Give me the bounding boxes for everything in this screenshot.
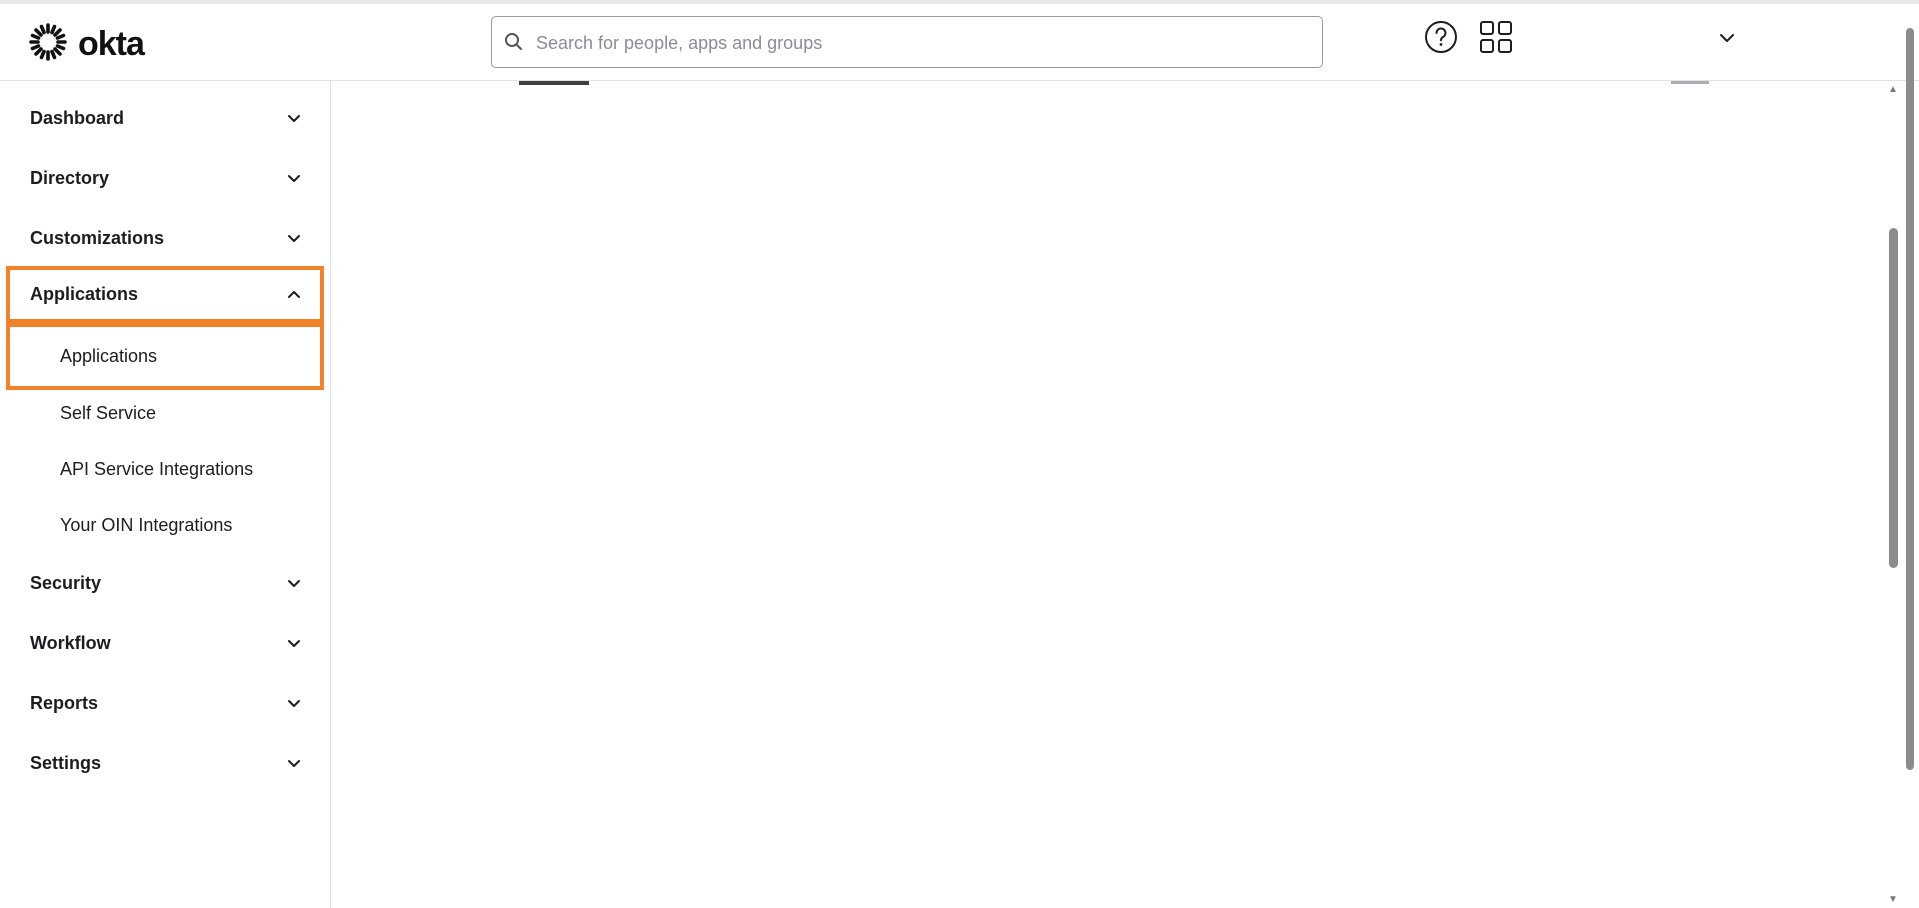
sidebar-item-reports[interactable]: Reports: [6, 675, 324, 731]
chevron-down-icon[interactable]: [1718, 31, 1736, 49]
grid-icon[interactable]: [1479, 20, 1513, 59]
sidebar-item-label: Security: [30, 572, 102, 593]
sidebar-item-customizations[interactable]: Customizations: [6, 210, 324, 266]
chevron-down-icon: [286, 575, 302, 596]
okta-sunburst-icon: [28, 22, 68, 67]
sidebar-item-applications[interactable]: Applications: [6, 266, 324, 323]
window-scrollbar-thumb[interactable]: [1906, 28, 1914, 770]
sidebar-item-label: Workflow: [30, 632, 111, 653]
chevron-down-icon: [286, 635, 302, 656]
top-header: okta: [0, 4, 1919, 81]
chevron-down-icon: [286, 695, 302, 716]
search-icon: [504, 32, 524, 57]
main-content: [331, 81, 1886, 908]
chevron-down-icon: [286, 755, 302, 776]
chevron-down-icon: [286, 170, 302, 191]
scrolled-fragment-right: [1671, 81, 1709, 84]
sidebar-subitem-self-service[interactable]: Self Service: [6, 387, 324, 439]
chevron-up-icon: [286, 287, 302, 308]
scroll-down-arrow-icon[interactable]: ▼: [1888, 894, 1898, 905]
sidebar-item-label: Dashboard: [30, 107, 125, 128]
sidebar-item-label: Directory: [30, 167, 110, 188]
brand-name: okta: [78, 24, 145, 63]
scrollbar-thumb[interactable]: [1889, 228, 1898, 568]
sidebar-item-label: Reports: [30, 692, 99, 713]
sidebar-item-security[interactable]: Security: [6, 555, 324, 611]
sidebar-item-settings[interactable]: Settings: [6, 735, 324, 791]
sidebar-item-label: Settings: [30, 752, 102, 773]
help-circle-icon[interactable]: [1424, 20, 1458, 59]
chevron-down-icon: [286, 230, 302, 251]
search-input[interactable]: [534, 17, 1308, 69]
sidebar-subitem-your-oin-integrations[interactable]: Your OIN Integrations: [6, 499, 324, 551]
okta-logo[interactable]: okta: [28, 22, 145, 67]
sidebar-item-label: Customizations: [30, 227, 165, 248]
sidebar-item-directory[interactable]: Directory: [6, 150, 324, 206]
sidebar-subitem-label: API Service Integrations: [60, 458, 254, 479]
sidebar-nav: Dashboard Directory Customizations Appli…: [0, 81, 331, 908]
global-search[interactable]: [491, 16, 1323, 69]
sidebar-subitem-api-service-integrations[interactable]: API Service Integrations: [6, 443, 324, 495]
sidebar-subitem-label: Self Service: [60, 402, 157, 423]
scrolled-heading-fragment: [519, 81, 589, 85]
sidebar-item-dashboard[interactable]: Dashboard: [6, 90, 324, 146]
sidebar-subitem-applications[interactable]: Applications: [6, 323, 324, 390]
scroll-up-arrow-icon[interactable]: ▲: [1888, 84, 1898, 95]
chevron-down-icon: [286, 110, 302, 131]
sidebar-subitem-label: Your OIN Integrations: [60, 514, 233, 535]
sidebar-item-label: Applications: [30, 284, 139, 304]
sidebar-subitem-label: Applications: [60, 346, 158, 366]
sidebar-item-workflow[interactable]: Workflow: [6, 615, 324, 671]
